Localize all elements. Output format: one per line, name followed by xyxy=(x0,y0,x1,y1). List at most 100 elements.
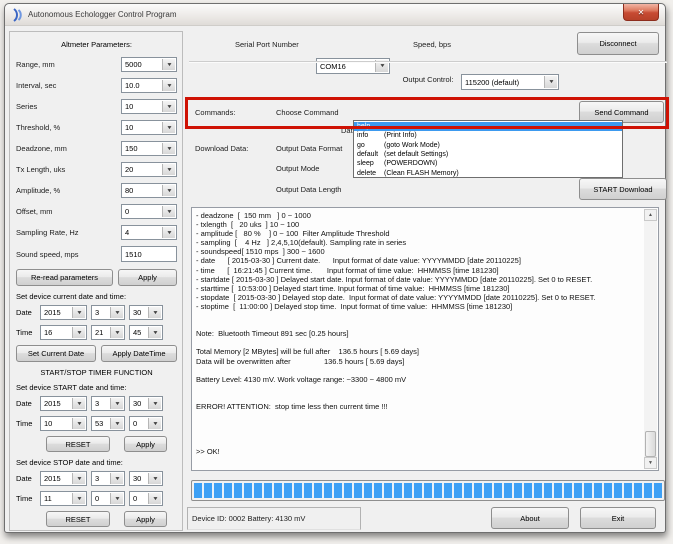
time-part-combo[interactable]: 16 xyxy=(40,325,87,340)
combo-arrow-icon[interactable] xyxy=(72,307,85,318)
stop-apply-button[interactable]: Apply xyxy=(124,511,167,527)
combo-arrow-icon[interactable] xyxy=(162,185,175,196)
time-part-combo[interactable]: 21 xyxy=(91,325,125,340)
combo-arrow-icon[interactable] xyxy=(148,418,161,429)
date-part-combo[interactable]: 30 xyxy=(129,471,163,486)
time-part-combo[interactable]: 53 xyxy=(91,416,125,431)
console-scrollbar[interactable]: ▲ ▼ xyxy=(644,209,657,469)
combo-arrow-icon[interactable] xyxy=(148,307,161,318)
combo-arrow-icon[interactable] xyxy=(148,327,161,338)
combo-arrow-icon[interactable] xyxy=(110,307,123,318)
combo-arrow-icon[interactable] xyxy=(162,101,175,112)
set-current-date-button[interactable]: Set Current Date xyxy=(16,345,96,362)
date-part-combo[interactable]: 3 xyxy=(91,305,125,320)
reread-parameters-button[interactable]: Re-read parameters xyxy=(16,269,113,286)
start-time-combos: 10 53 0 xyxy=(40,416,177,431)
combo-arrow-icon[interactable] xyxy=(148,493,161,504)
time-part-combo[interactable]: 0 xyxy=(91,491,125,506)
command-list-item[interactable]: go (goto Work Mode) xyxy=(354,141,622,150)
window-title: Autonomous Echologger Control Program xyxy=(28,10,177,19)
parameter-combo[interactable]: 10 xyxy=(121,99,177,114)
combo-arrow-icon[interactable] xyxy=(162,59,175,70)
disconnect-button[interactable]: Disconnect xyxy=(577,32,659,55)
close-button[interactable]: ✕ xyxy=(623,4,659,21)
parameter-combo[interactable]: 10.0 xyxy=(121,78,177,93)
parameter-combo[interactable]: 5000 xyxy=(121,57,177,72)
combo-arrow-icon[interactable] xyxy=(72,473,85,484)
date-part-combo[interactable]: 3 xyxy=(91,396,125,411)
command-list-item[interactable]: delete (Clean FLASH Memory) xyxy=(354,168,622,177)
console-line: Note: Bluetooth Timeout 891 sec [0.25 ho… xyxy=(196,329,642,338)
console-line: - soundspeed[ 1510 mps ] 300 ~ 1600 xyxy=(196,247,642,256)
console-line: - txlength [ 20 uks ] 10 ~ 100 xyxy=(196,220,642,229)
parameter-combo[interactable]: 4 xyxy=(121,225,177,240)
parameter-combo[interactable]: 0 xyxy=(121,204,177,219)
time-label: Time xyxy=(16,494,40,503)
combo-arrow-icon[interactable] xyxy=(110,418,123,429)
combo-arrow-icon[interactable] xyxy=(148,398,161,409)
combo-arrow-icon[interactable] xyxy=(162,122,175,133)
parameter-row: Threshold, % 10 xyxy=(16,120,177,135)
scroll-down-icon[interactable]: ▼ xyxy=(644,457,657,469)
speed-label: Speed, bps xyxy=(413,40,451,49)
combo-arrow-icon[interactable] xyxy=(110,327,123,338)
download-progress-bar xyxy=(191,480,665,501)
time-part-combo[interactable]: 0 xyxy=(129,416,163,431)
console-line: - sampling [ 4 Hz ] 2,4,5,10(default). S… xyxy=(196,238,642,247)
date-part-combo[interactable]: 2015 xyxy=(40,305,87,320)
scrollbar-thumb[interactable] xyxy=(645,431,656,457)
combo-arrow-icon[interactable] xyxy=(110,398,123,409)
apply-datetime-button[interactable]: Apply DateTime xyxy=(101,345,177,362)
start-apply-button[interactable]: Apply xyxy=(124,436,167,452)
sound-speed-input[interactable] xyxy=(121,246,177,262)
parameter-combo[interactable]: 20 xyxy=(121,162,177,177)
parameter-combo[interactable]: 10 xyxy=(121,120,177,135)
console-line xyxy=(196,411,642,420)
date-part-combo[interactable]: 2015 xyxy=(40,471,87,486)
parameter-combo[interactable]: 150 xyxy=(121,141,177,156)
time-part-combo[interactable]: 10 xyxy=(40,416,87,431)
combo-arrow-icon[interactable] xyxy=(110,473,123,484)
combo-arrow-icon[interactable] xyxy=(162,206,175,217)
stop-time-row: Time 11 00 xyxy=(16,491,177,506)
date-part-combo[interactable]: 2015 xyxy=(40,396,87,411)
combo-arrow-icon[interactable] xyxy=(162,143,175,154)
apply-parameters-button[interactable]: Apply xyxy=(118,269,177,286)
title-bar[interactable]: Autonomous Echologger Control Program ✕ xyxy=(5,4,665,26)
time-part-combo[interactable]: 0 xyxy=(129,491,163,506)
parameter-combo[interactable]: 80 xyxy=(121,183,177,198)
command-list-item[interactable]: info (Print Info) xyxy=(354,131,622,140)
combo-arrow-icon[interactable] xyxy=(162,80,175,91)
stop-reset-button[interactable]: RESET xyxy=(46,511,110,527)
start-date-row: Date 2015330 xyxy=(16,396,177,411)
command-list-item[interactable]: sleep (POWERDOWN) xyxy=(354,159,622,168)
console-line xyxy=(196,393,642,402)
command-list-item[interactable]: default (set default Settings) xyxy=(354,150,622,159)
scroll-up-icon[interactable]: ▲ xyxy=(644,209,657,221)
command-list-item[interactable]: help xyxy=(354,122,622,131)
combo-arrow-icon[interactable] xyxy=(72,493,85,504)
time-part-combo[interactable]: 11 xyxy=(40,491,87,506)
console-line: Battery Level: 4130 mV. Work voltage ran… xyxy=(196,375,642,384)
app-icon xyxy=(11,8,23,22)
timer-function-header: START/STOP TIMER FUNCTION xyxy=(16,368,177,377)
console-output[interactable]: - deadzone [ 150 mm ] 0 ~ 1000 - txlengt… xyxy=(191,207,659,471)
combo-arrow-icon[interactable] xyxy=(72,418,85,429)
date-label: Date xyxy=(16,474,40,483)
combo-arrow-icon[interactable] xyxy=(162,164,175,175)
combo-arrow-icon[interactable] xyxy=(72,327,85,338)
about-button[interactable]: About xyxy=(491,507,569,529)
date-part-combo[interactable]: 30 xyxy=(129,396,163,411)
start-download-button[interactable]: START Download xyxy=(579,178,667,200)
time-part-combo[interactable]: 45 xyxy=(129,325,163,340)
start-reset-button[interactable]: RESET xyxy=(46,436,110,452)
parameter-row: Sampling Rate, Hz 4 xyxy=(16,225,177,240)
date-part-combo[interactable]: 30 xyxy=(129,305,163,320)
combo-arrow-icon[interactable] xyxy=(162,227,175,238)
exit-button[interactable]: Exit xyxy=(580,507,656,529)
date-part-combo[interactable]: 3 xyxy=(91,471,125,486)
combo-arrow-icon[interactable] xyxy=(72,398,85,409)
parameter-label: Offset, mm xyxy=(16,207,53,216)
combo-arrow-icon[interactable] xyxy=(148,473,161,484)
combo-arrow-icon[interactable] xyxy=(110,493,123,504)
